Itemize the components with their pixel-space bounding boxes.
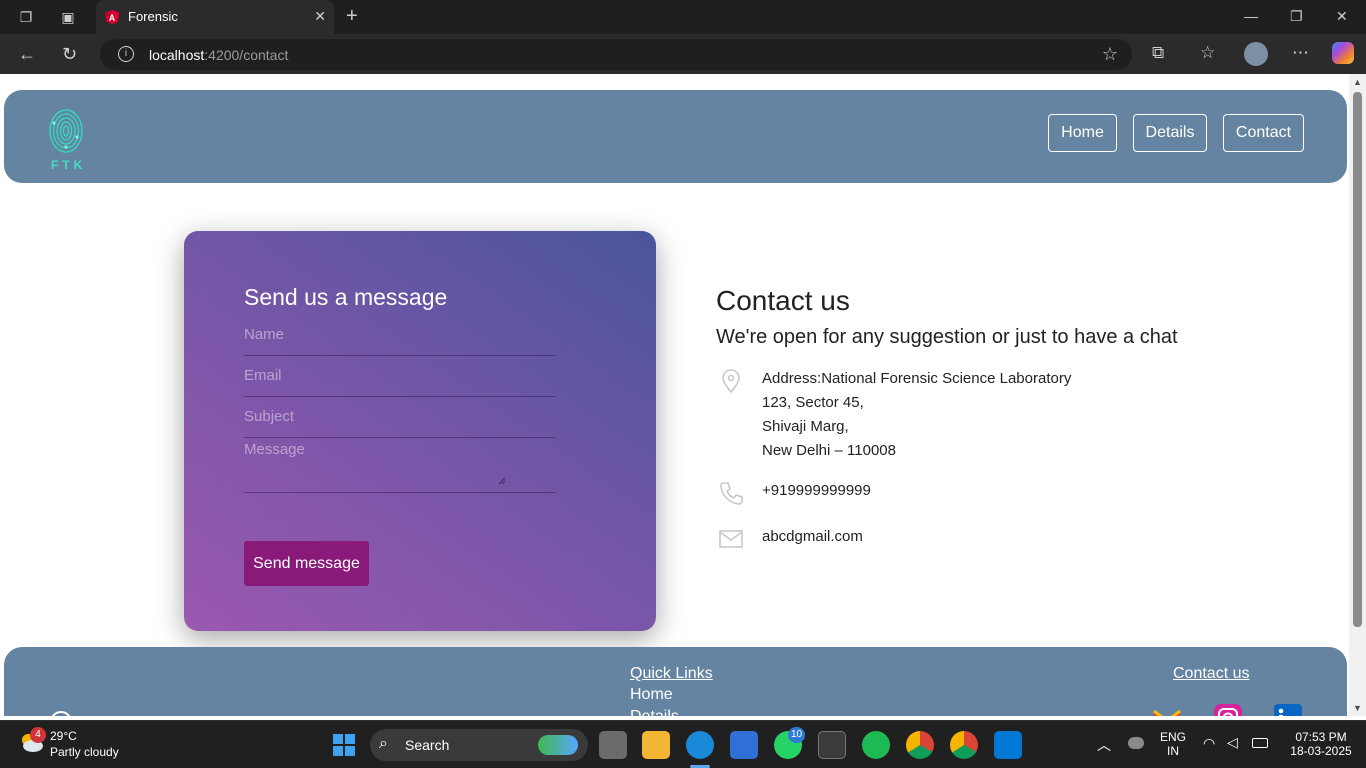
- form-title: Send us a message: [244, 284, 448, 310]
- volume-icon[interactable]: ◁: [1227, 734, 1238, 751]
- address-line-2: 123, Sector 45,: [762, 394, 864, 411]
- nav-home-button[interactable]: Home: [1048, 114, 1117, 152]
- page-scrollbar[interactable]: ▲ ▼: [1349, 74, 1366, 716]
- nav-contact-button[interactable]: Contact: [1223, 114, 1304, 152]
- weather-description: Partly cloudy: [50, 745, 119, 759]
- workspaces-icon[interactable]: ❐: [17, 8, 35, 26]
- address-bar[interactable]: i localhost:4200/contact ☆: [100, 39, 1132, 70]
- clock-date: 18-03-2025: [1290, 744, 1352, 758]
- mail-icon: [719, 530, 743, 548]
- windows-start-icon[interactable]: [330, 731, 358, 759]
- search-highlight-icon: [538, 735, 578, 755]
- email-placeholder: Email: [244, 367, 282, 384]
- textarea-resize-handle-icon[interactable]: [498, 477, 506, 485]
- language-top: ENG: [1159, 730, 1186, 744]
- scroll-down-icon[interactable]: ▼: [1353, 703, 1362, 713]
- microsoft-store-icon[interactable]: [730, 731, 758, 759]
- footer-logo-icon: [50, 711, 72, 716]
- site-header: FTK Home Details Contact: [4, 90, 1347, 183]
- minimize-icon[interactable]: —: [1244, 8, 1258, 24]
- name-input[interactable]: Name: [244, 326, 556, 356]
- favorite-star-icon[interactable]: ☆: [1102, 44, 1118, 65]
- weather-temperature: 29°C: [50, 729, 77, 743]
- footer-link-home[interactable]: Home: [630, 686, 673, 704]
- contact-title: Contact us: [716, 285, 850, 316]
- whatsapp-badge: 10: [788, 727, 806, 743]
- copilot-icon[interactable]: [1332, 42, 1354, 64]
- onedrive-icon[interactable]: [1128, 737, 1144, 749]
- page-viewport: FTK Home Details Contact Send us a messa…: [0, 74, 1366, 716]
- contact-subtitle: We're open for any suggestion or just to…: [716, 326, 1178, 348]
- address-line-4: New Delhi – 110008: [762, 442, 896, 459]
- subject-input[interactable]: Subject: [244, 408, 556, 438]
- footer-link-details[interactable]: Details: [630, 708, 679, 716]
- browser-tab-bar: ❐ ▣ A Forensic ✕ + — ❐ ✕: [0, 0, 1366, 34]
- linkedin-icon[interactable]: [1273, 703, 1303, 716]
- site-info-icon[interactable]: i: [118, 46, 134, 62]
- back-icon[interactable]: ←: [18, 44, 36, 64]
- tray-overflow-icon[interactable]: ︿: [1097, 735, 1111, 755]
- more-options-icon[interactable]: ⋯: [1292, 43, 1309, 63]
- wifi-icon[interactable]: ◠: [1203, 735, 1215, 752]
- send-message-button[interactable]: Send message: [244, 541, 369, 586]
- instagram-icon[interactable]: [1213, 703, 1243, 716]
- spotify-icon[interactable]: [862, 731, 890, 759]
- svg-text:A: A: [109, 13, 116, 23]
- clock-time: 07:53 PM: [1295, 730, 1347, 744]
- chrome-profile-icon[interactable]: [950, 731, 978, 759]
- site-footer: Quick Links Home Details Contact us: [4, 647, 1347, 716]
- name-placeholder: Name: [244, 326, 285, 343]
- angular-icon: A: [105, 10, 119, 25]
- close-tab-icon[interactable]: ✕: [314, 8, 326, 25]
- close-window-icon[interactable]: ✕: [1336, 8, 1348, 25]
- profile-avatar[interactable]: [1244, 42, 1268, 66]
- vscode-icon[interactable]: [994, 731, 1022, 759]
- windows-taskbar: 29°C Partly cloudy 4 ⌕ Search 10 ︿ ENG I…: [0, 720, 1366, 768]
- file-explorer-icon[interactable]: [642, 731, 670, 759]
- nav-details-button[interactable]: Details: [1133, 114, 1207, 152]
- language-indicator[interactable]: ENG IN: [1158, 730, 1188, 758]
- email-input[interactable]: Email: [244, 367, 556, 397]
- task-view-icon[interactable]: [599, 731, 627, 759]
- message-textarea[interactable]: Message: [244, 441, 556, 493]
- browser-tab-forensic[interactable]: A Forensic ✕: [96, 0, 334, 34]
- new-tab-button[interactable]: +: [346, 6, 358, 26]
- message-form-card: Send us a message Name Email Subject Mes…: [184, 231, 656, 631]
- refresh-icon[interactable]: ↻: [62, 44, 77, 64]
- address-line-3: Shivaji Marg,: [762, 418, 849, 435]
- tab-actions-icon[interactable]: ▣: [59, 8, 77, 26]
- taskbar-search[interactable]: ⌕ Search: [370, 729, 588, 761]
- gmail-icon[interactable]: [1152, 703, 1182, 716]
- message-placeholder: Message: [244, 441, 305, 458]
- url-text: localhost:4200/contact: [149, 47, 289, 63]
- search-label: Search: [405, 737, 450, 753]
- battery-icon[interactable]: [1252, 738, 1268, 748]
- footer-contact-title: Contact us: [1173, 665, 1250, 682]
- favorites-icon[interactable]: ☆: [1200, 43, 1215, 63]
- terminal-icon[interactable]: [818, 731, 846, 759]
- scroll-up-icon[interactable]: ▲: [1353, 77, 1362, 87]
- extensions-icon[interactable]: ⧉: [1152, 43, 1164, 63]
- logo-text: FTK: [51, 158, 87, 172]
- edge-browser-icon[interactable]: [686, 731, 714, 759]
- chrome-icon[interactable]: [906, 731, 934, 759]
- phone-icon: [720, 482, 743, 505]
- browser-toolbar: ← ↻ i localhost:4200/contact ☆ ⧉ ☆ ⋯: [0, 34, 1366, 74]
- subject-placeholder: Subject: [244, 408, 295, 425]
- search-icon: ⌕: [379, 735, 388, 752]
- clock[interactable]: 07:53 PM 18-03-2025: [1290, 730, 1352, 758]
- scrollbar-thumb[interactable]: [1353, 92, 1362, 627]
- quick-links-title: Quick Links: [630, 665, 713, 682]
- phone-number: +919999999999: [762, 482, 871, 499]
- tab-title: Forensic: [128, 9, 178, 24]
- email-address: abcdgmail.com: [762, 528, 863, 545]
- language-bottom: IN: [1167, 744, 1179, 758]
- restore-icon[interactable]: ❐: [1290, 8, 1303, 25]
- location-pin-icon: [722, 369, 740, 394]
- address-line-1: Address:National Forensic Science Labora…: [762, 370, 1072, 387]
- weather-badge: 4: [30, 727, 46, 743]
